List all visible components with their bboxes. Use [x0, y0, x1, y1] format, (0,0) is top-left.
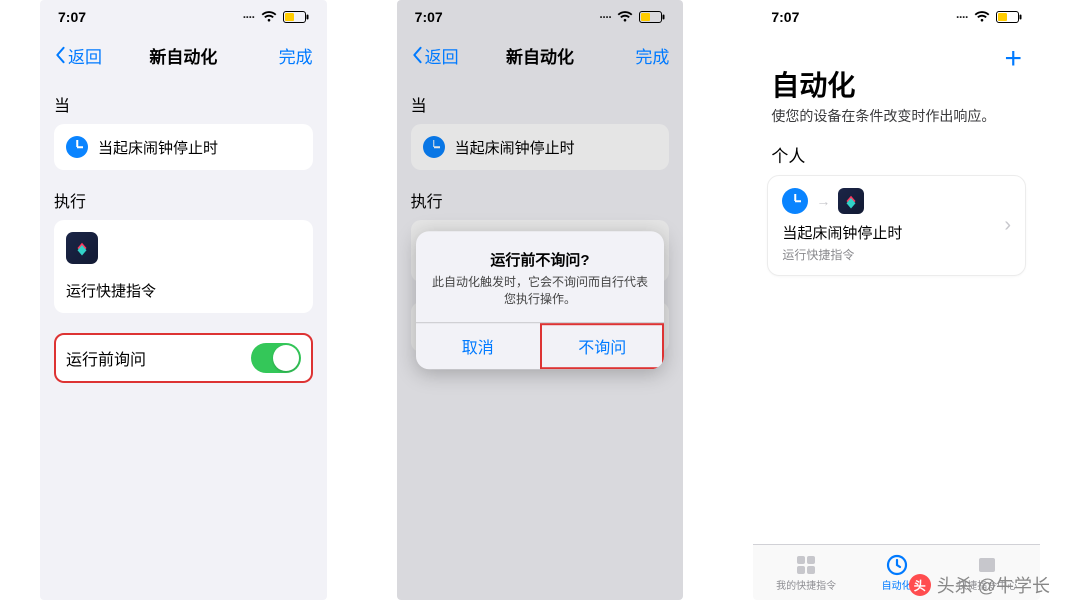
- clock-icon: [423, 136, 445, 158]
- add-button[interactable]: +: [1004, 42, 1022, 76]
- phone-2: 7:07 ···· 返回 新自动化 完成 当 当起床闹钟停止时 执行: [397, 0, 684, 600]
- action-card[interactable]: 运行快捷指令: [54, 220, 313, 313]
- trigger-card[interactable]: 当起床闹钟停止时: [54, 124, 313, 170]
- status-bar: 7:07 ····: [397, 0, 684, 34]
- back-button[interactable]: 返回: [411, 43, 459, 68]
- back-label: 返回: [425, 43, 459, 68]
- page-subtitle: 使您的设备在条件改变时作出响应。: [753, 106, 1040, 142]
- personal-header: 个人: [753, 142, 1040, 175]
- automation-icon: [885, 553, 909, 577]
- arrow-icon: →: [816, 193, 830, 209]
- do-header: 执行: [54, 188, 313, 212]
- signal-icon: ····: [243, 10, 255, 24]
- battery-icon: [996, 11, 1022, 23]
- back-label: 返回: [68, 43, 102, 68]
- status-bar: 7:07 ····: [40, 0, 327, 34]
- automation-card[interactable]: → 当起床闹钟停止时 运行快捷指令 ›: [767, 175, 1026, 276]
- wifi-icon: [617, 11, 633, 23]
- wifi-icon: [261, 11, 277, 23]
- shortcuts-app-icon: [838, 188, 864, 214]
- action-text: 运行快捷指令: [66, 280, 156, 301]
- modal-confirm-button[interactable]: 不询问: [540, 323, 665, 369]
- chevron-right-icon: ›: [1004, 214, 1011, 237]
- modal-message: 此自动化触发时，它会不询问而自行代表您执行操作。: [432, 274, 648, 308]
- battery-icon: [283, 11, 309, 23]
- nav-bar: 返回 新自动化 完成: [397, 34, 684, 76]
- clock-icon: [782, 188, 808, 214]
- ask-label: 运行前询问: [66, 346, 146, 370]
- status-time: 7:07: [415, 9, 443, 25]
- battery-icon: [639, 11, 665, 23]
- when-header: 当: [411, 92, 670, 116]
- clock-icon: [66, 136, 88, 158]
- trigger-text: 当起床闹钟停止时: [98, 137, 218, 158]
- watermark-icon: 头: [909, 574, 931, 596]
- signal-icon: ····: [599, 10, 611, 24]
- done-button[interactable]: 完成: [635, 43, 669, 68]
- ask-before-run-row[interactable]: 运行前询问: [54, 333, 313, 383]
- automation-sub: 运行快捷指令: [782, 246, 1004, 263]
- phone-1: 7:07 ···· 返回 新自动化 完成 当 当起床闹钟停止时 执行: [40, 0, 327, 600]
- automation-title: 当起床闹钟停止时: [782, 222, 1004, 243]
- trigger-card: 当起床闹钟停止时: [411, 124, 670, 170]
- wifi-icon: [974, 11, 990, 23]
- grid-icon: [794, 553, 818, 577]
- watermark: 头 头杀 @牛学长: [909, 572, 1050, 598]
- when-header: 当: [54, 92, 313, 116]
- nav-bar: 返回 新自动化 完成: [40, 34, 327, 76]
- status-bar: 7:07 ····: [753, 0, 1040, 34]
- page-title: 自动化: [753, 58, 1040, 106]
- confirm-modal: 运行前不询问? 此自动化触发时，它会不询问而自行代表您执行操作。 取消 不询问: [416, 231, 664, 369]
- modal-cancel-button[interactable]: 取消: [416, 323, 540, 369]
- trigger-text: 当起床闹钟停止时: [455, 137, 575, 158]
- signal-icon: ····: [956, 10, 968, 24]
- modal-title: 运行前不询问?: [432, 249, 648, 270]
- tab-automation[interactable]: 自动化: [882, 553, 912, 592]
- tab-label: 自动化: [882, 577, 912, 592]
- tab-label: 我的快捷指令: [776, 577, 836, 592]
- shortcuts-app-icon: [66, 232, 98, 264]
- watermark-text: 头杀 @牛学长: [937, 572, 1050, 598]
- ask-toggle-on[interactable]: [251, 343, 301, 373]
- phone-3: 7:07 ···· + 自动化 使您的设备在条件改变时作出响应。 个人 →: [753, 0, 1040, 600]
- back-button[interactable]: 返回: [54, 43, 102, 68]
- status-time: 7:07: [771, 9, 799, 25]
- do-header: 执行: [411, 188, 670, 212]
- tab-shortcuts[interactable]: 我的快捷指令: [776, 553, 836, 592]
- status-time: 7:07: [58, 9, 86, 25]
- done-button[interactable]: 完成: [279, 43, 313, 68]
